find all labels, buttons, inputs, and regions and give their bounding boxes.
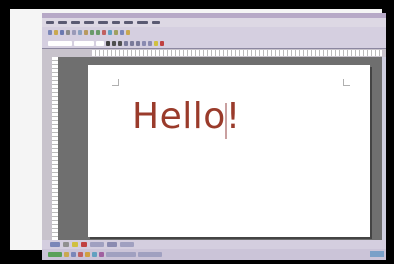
draw-icon[interactable] bbox=[50, 242, 60, 247]
toolbar-icon[interactable] bbox=[114, 30, 118, 35]
bold-icon[interactable] bbox=[106, 40, 110, 46]
margin-corner-mark bbox=[343, 79, 350, 86]
align-center-icon[interactable] bbox=[130, 40, 134, 46]
toolbar-icon[interactable] bbox=[120, 30, 124, 35]
taskbar-icon[interactable] bbox=[92, 252, 97, 257]
print-icon[interactable] bbox=[66, 30, 70, 35]
taskbar-icon[interactable] bbox=[64, 252, 69, 257]
video-frame: Hello! bbox=[0, 0, 394, 264]
taskbar-icon[interactable] bbox=[99, 252, 104, 257]
formatting-toolbar bbox=[42, 38, 386, 49]
new-icon[interactable] bbox=[48, 30, 52, 35]
toolbar-icon[interactable] bbox=[126, 30, 130, 35]
font-size-dropdown[interactable] bbox=[96, 40, 104, 46]
start-button[interactable] bbox=[48, 252, 62, 257]
font-color-icon[interactable] bbox=[81, 242, 87, 247]
document-workspace: Hello! bbox=[52, 57, 382, 240]
paste-icon[interactable] bbox=[84, 30, 88, 35]
menu-item[interactable] bbox=[71, 21, 80, 24]
taskbar-icon[interactable] bbox=[71, 252, 76, 257]
text-cursor bbox=[225, 103, 227, 139]
menu-bar bbox=[42, 18, 386, 27]
taskbar-icon[interactable] bbox=[85, 252, 90, 257]
horizontal-ruler bbox=[92, 50, 382, 56]
copy-icon[interactable] bbox=[78, 30, 82, 35]
margin-corner-mark bbox=[112, 79, 119, 86]
cut-icon[interactable] bbox=[72, 30, 76, 35]
font-color-icon[interactable] bbox=[160, 40, 164, 46]
underline-icon[interactable] bbox=[118, 40, 122, 46]
menu-item[interactable] bbox=[124, 21, 133, 24]
word-processor-window: Hello! bbox=[42, 13, 386, 260]
toolbar-icon[interactable] bbox=[90, 242, 104, 247]
taskbar-window-button[interactable] bbox=[106, 252, 136, 257]
save-icon[interactable] bbox=[60, 30, 64, 35]
menu-item[interactable] bbox=[58, 21, 67, 24]
shapes-icon[interactable] bbox=[63, 242, 69, 247]
align-right-icon[interactable] bbox=[136, 40, 140, 46]
highlight-icon[interactable] bbox=[154, 40, 158, 46]
font-dropdown[interactable] bbox=[74, 40, 94, 46]
system-tray[interactable] bbox=[370, 251, 384, 257]
fill-color-icon[interactable] bbox=[72, 242, 78, 247]
taskbar-icon[interactable] bbox=[78, 252, 83, 257]
toolbar-icon[interactable] bbox=[102, 30, 106, 35]
undo-icon[interactable] bbox=[90, 30, 94, 35]
menu-item[interactable] bbox=[112, 21, 120, 24]
menu-item[interactable] bbox=[152, 21, 160, 24]
redo-icon[interactable] bbox=[96, 30, 100, 35]
style-dropdown[interactable] bbox=[48, 40, 72, 46]
vertical-scrollbar[interactable] bbox=[382, 57, 386, 240]
menu-item[interactable] bbox=[98, 21, 108, 24]
taskbar-window-button[interactable] bbox=[138, 252, 162, 257]
vertical-ruler bbox=[52, 57, 58, 240]
italic-icon[interactable] bbox=[112, 40, 116, 46]
drawing-toolbar bbox=[42, 240, 386, 249]
standard-toolbar bbox=[42, 27, 386, 38]
toolbar-icon[interactable] bbox=[108, 30, 112, 35]
open-icon[interactable] bbox=[54, 30, 58, 35]
taskbar bbox=[42, 249, 386, 260]
menu-item[interactable] bbox=[46, 21, 54, 24]
bullets-icon[interactable] bbox=[142, 40, 146, 46]
menu-item[interactable] bbox=[137, 21, 148, 24]
toolbar-icon[interactable] bbox=[107, 242, 117, 247]
document-page[interactable]: Hello! bbox=[88, 65, 370, 237]
numbering-icon[interactable] bbox=[148, 40, 152, 46]
align-left-icon[interactable] bbox=[124, 40, 128, 46]
menu-item[interactable] bbox=[84, 21, 94, 24]
toolbar-icon[interactable] bbox=[120, 242, 134, 247]
